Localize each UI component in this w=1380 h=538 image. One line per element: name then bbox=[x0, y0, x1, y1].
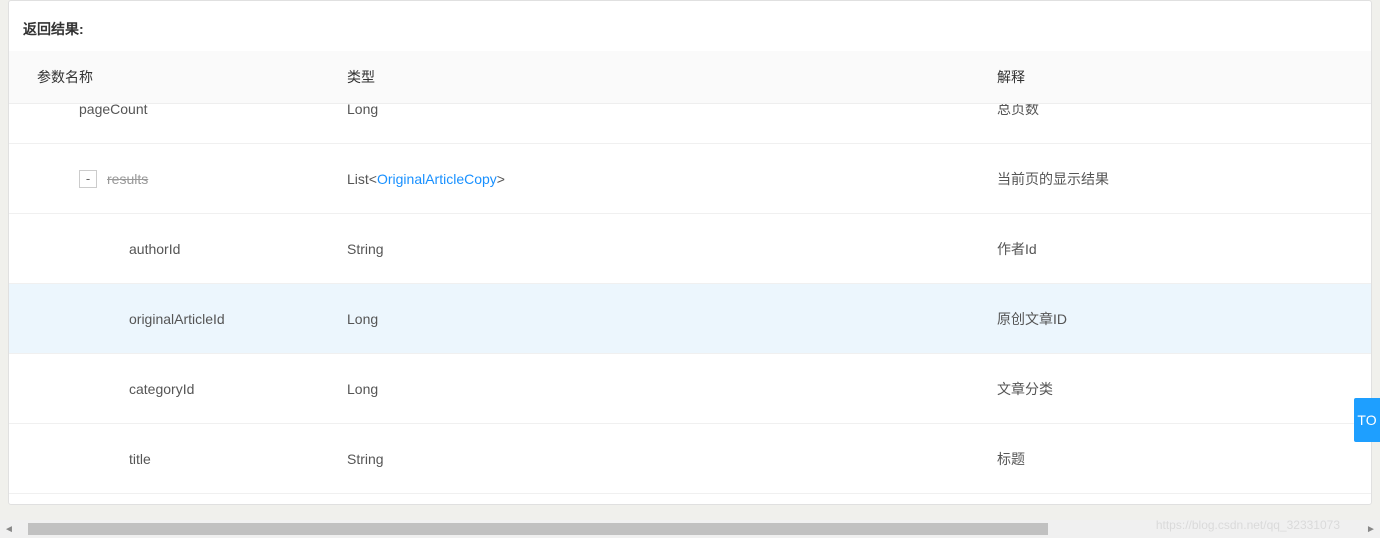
response-panel: 返回结果: 参数名称 类型 解释 pageCount Long 总页数 -result… bbox=[8, 0, 1372, 505]
collapse-icon[interactable]: - bbox=[79, 170, 97, 188]
param-name: title bbox=[129, 451, 151, 467]
param-desc: 原创文章ID bbox=[997, 309, 1371, 329]
param-name: originalArticleId bbox=[129, 311, 225, 327]
param-type-cell: List<OriginalArticleCopy> bbox=[347, 171, 997, 187]
param-name: categoryId bbox=[129, 381, 194, 397]
param-name-cell: pageCount bbox=[9, 104, 347, 117]
param-name: pageCount bbox=[79, 104, 148, 117]
param-name-cell: authorId bbox=[9, 241, 347, 257]
scroll-right-arrow-icon[interactable]: ► bbox=[1362, 520, 1380, 538]
table-header: 参数名称 类型 解释 bbox=[9, 51, 1371, 104]
table-row: -resultsList<OriginalArticleCopy>当前页的显示结… bbox=[9, 144, 1371, 214]
param-desc: 文章分类 bbox=[997, 379, 1371, 399]
param-name-cell: title bbox=[9, 451, 347, 467]
param-name-cell: originalArticleId bbox=[9, 311, 347, 327]
type-suffix: String bbox=[347, 451, 384, 467]
param-desc: 标题 bbox=[997, 449, 1371, 469]
col-header-name: 参数名称 bbox=[9, 67, 347, 87]
scroll-left-arrow-icon[interactable]: ◄ bbox=[0, 520, 18, 538]
horizontal-scrollbar[interactable]: ◄ ► bbox=[0, 520, 1380, 538]
col-header-desc: 解释 bbox=[997, 67, 1371, 87]
param-desc: 当前页的显示结果 bbox=[997, 169, 1371, 189]
side-tab-toc[interactable]: TO bbox=[1354, 398, 1380, 442]
param-desc: 作者Id bbox=[997, 239, 1371, 259]
param-desc: 总页数 bbox=[997, 104, 1371, 119]
param-type-cell: String bbox=[347, 451, 997, 467]
param-name: results bbox=[107, 171, 148, 187]
type-suffix: > bbox=[497, 171, 505, 187]
type-suffix: Long bbox=[347, 104, 378, 117]
section-title: 返回结果: bbox=[9, 1, 1371, 51]
param-name-cell: categoryId bbox=[9, 381, 347, 397]
param-type-cell: Long bbox=[347, 311, 997, 327]
params-table: 参数名称 类型 解释 pageCountLong总页数-resultsList<… bbox=[9, 51, 1371, 504]
scroll-thumb[interactable] bbox=[28, 523, 1048, 535]
table-body[interactable]: pageCountLong总页数-resultsList<OriginalArt… bbox=[9, 104, 1371, 505]
param-type-cell: Long bbox=[347, 381, 997, 397]
table-row: pageCount Long 总页数 bbox=[9, 104, 1371, 144]
type-link[interactable]: OriginalArticleCopy bbox=[377, 171, 497, 187]
table-row: title String 标题 bbox=[9, 424, 1371, 494]
type-suffix: Long bbox=[347, 381, 378, 397]
type-suffix: String bbox=[347, 241, 384, 257]
table-row: originalArticleId Long 原创文章ID bbox=[9, 284, 1371, 354]
scroll-track[interactable] bbox=[18, 522, 1362, 536]
param-name-cell: -results bbox=[9, 170, 347, 188]
param-name: authorId bbox=[129, 241, 180, 257]
param-type-cell: String bbox=[347, 241, 997, 257]
param-type-cell: Long bbox=[347, 104, 997, 117]
type-prefix: List< bbox=[347, 171, 377, 187]
table-row: authorId String 作者Id bbox=[9, 214, 1371, 284]
col-header-type: 类型 bbox=[347, 67, 997, 87]
type-suffix: Long bbox=[347, 311, 378, 327]
table-row: categoryId Long 文章分类 bbox=[9, 354, 1371, 424]
